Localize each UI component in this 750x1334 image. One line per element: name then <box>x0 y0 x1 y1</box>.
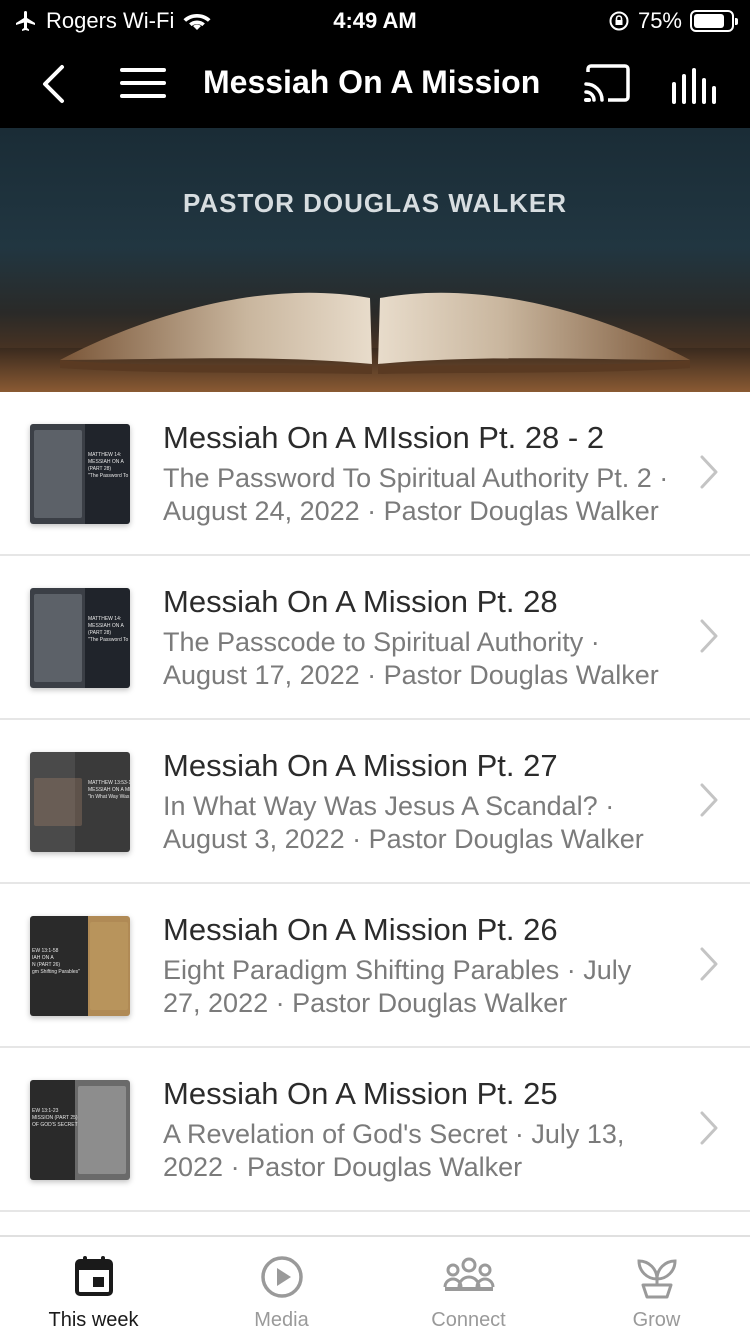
thumbnail-text-line: "The Password To Sp <box>88 637 130 643</box>
thumbnail-text-line: "The Password To Sp <box>88 473 130 479</box>
back-chevron-icon[interactable] <box>40 64 66 104</box>
nav-bar: Messiah On A Mission <box>0 42 750 128</box>
tab-media[interactable]: Media <box>188 1237 375 1334</box>
message-thumbnail: EW 13:1-58 IAH ON AN (PART 26) gm Shifting… <box>30 916 130 1016</box>
message-row[interactable]: MATTHEW 14: MESSIAH ON A (PART 28) "The Pas… <box>0 556 750 720</box>
status-bar: Rogers Wi-Fi 4:49 AM 75% <box>0 0 750 42</box>
thumbnail-text-line: MISSION (PART 25) <box>32 1115 78 1121</box>
hamburger-menu-icon[interactable] <box>120 66 166 100</box>
thumbnail-caption: EW 13:1-58 IAH ON AN (PART 26) gm Shifting… <box>32 948 80 976</box>
status-right: 75% <box>608 8 738 34</box>
battery-icon <box>690 10 738 32</box>
rotation-lock-icon <box>609 11 629 31</box>
thumbnail-caption: EW 13:1-23 MISSION (PART 25) OF GOD'S SECR… <box>32 1108 78 1129</box>
cast-icon[interactable] <box>584 64 630 104</box>
message-title: Messiah On A Mission Pt. 27 <box>163 748 558 783</box>
thumbnail-graphic <box>34 778 82 826</box>
play-circle-icon <box>260 1256 303 1298</box>
message-subtitle: A Revelation of God's Secret · July 13, … <box>163 1119 625 1182</box>
thumbnail-text-line: (PART 28) <box>88 630 112 636</box>
message-thumbnail: MATTHEW 14: MESSIAH ON A (PART 28) "The Pas… <box>30 588 130 688</box>
message-thumbnail: EW 13:1-23 MISSION (PART 25) OF GOD'S SECR… <box>30 1080 130 1180</box>
thumbnail-graphic <box>34 594 82 682</box>
calendar-icon <box>74 1256 113 1296</box>
message-row[interactable]: EW 13:1-58 IAH ON AN (PART 26) gm Shifting… <box>0 884 750 1048</box>
people-icon <box>443 1257 494 1291</box>
message-row[interactable]: MATTHEW 13:53-14:MESSIAH ON A MISS"In Wh… <box>0 720 750 884</box>
thumbnail-graphic <box>34 430 82 518</box>
thumbnail-text-line: MESSIAH ON A <box>88 623 124 629</box>
thumbnail-text-line: N (PART 26) <box>32 962 61 968</box>
tab-label: Connect <box>431 1309 506 1331</box>
chevron-right-icon <box>700 455 718 489</box>
battery-percent: 75% <box>637 8 682 33</box>
tab-bar: This week Media Connect Grow <box>0 1235 750 1334</box>
message-subtitle: Eight Paradigm Shifting Parables · July … <box>163 955 632 1018</box>
message-row[interactable]: EW 13:1-23 MISSION (PART 25) OF GOD'S SECR… <box>0 1048 750 1212</box>
thumbnail-caption: MATTHEW 13:53-14:MESSIAH ON A MISS"In Wh… <box>88 780 130 801</box>
sprout-icon <box>636 1259 677 1299</box>
tab-label: This week <box>48 1309 139 1331</box>
thumbnail-text-line: OF GOD'S SECRET <box>32 1122 78 1128</box>
thumbnail-text-line: EW 13:1-23 <box>32 1108 59 1114</box>
thumbnail-text-line: MATTHEW 13:53-14: <box>88 780 130 786</box>
tab-this-week[interactable]: This week <box>0 1237 187 1334</box>
message-title: Messiah On A Mission Pt. 25 <box>163 1076 558 1111</box>
message-thumbnail: MATTHEW 13:53-14:MESSIAH ON A MISS"In Wh… <box>30 752 130 852</box>
series-banner: PASTOR DOUGLAS WALKER <box>0 128 750 392</box>
message-subtitle: The Passcode to Spiritual Authority · Au… <box>163 627 659 690</box>
message-list: MATTHEW 14: MESSIAH ON A (PART 28) "The Pas… <box>0 392 750 1212</box>
tab-grow[interactable]: Grow <box>563 1237 750 1334</box>
open-bible-image <box>0 292 750 392</box>
chevron-right-icon <box>700 1111 718 1145</box>
message-subtitle: In What Way Was Jesus A Scandal? · Augus… <box>163 791 644 854</box>
message-subtitle: The Password To Spiritual Authority Pt. … <box>163 463 669 526</box>
chevron-right-icon <box>700 619 718 653</box>
thumbnail-text-line: MATTHEW 14: <box>88 616 122 622</box>
thumbnail-text-line: gm Shifting Parables" <box>32 969 80 975</box>
thumbnail-graphic <box>78 1086 126 1174</box>
message-title: Messiah On A Mission Pt. 26 <box>163 912 558 947</box>
tab-connect[interactable]: Connect <box>375 1237 562 1334</box>
thumbnail-text-line: "In What Way Was Je <box>88 794 130 800</box>
thumbnail-text-line: MATTHEW 14: <box>88 452 122 458</box>
thumbnail-caption: MATTHEW 14: MESSIAH ON A (PART 28) "The Pas… <box>88 452 130 480</box>
thumbnail-text-line: MESSIAH ON A <box>88 459 124 465</box>
message-title: Messiah On A MIssion Pt. 28 - 2 <box>163 420 605 455</box>
message-thumbnail: MATTHEW 14: MESSIAH ON A (PART 28) "The Pas… <box>30 424 130 524</box>
thumbnail-text-line: MESSIAH ON A MISS <box>88 787 130 793</box>
thumbnail-text-line: (PART 28) <box>88 466 112 472</box>
message-row[interactable]: MATTHEW 14: MESSIAH ON A (PART 28) "The Pas… <box>0 392 750 556</box>
thumbnail-graphic <box>90 922 128 1010</box>
message-title: Messiah On A Mission Pt. 28 <box>163 584 558 619</box>
chevron-right-icon <box>700 947 718 981</box>
thumbnail-caption: MATTHEW 14: MESSIAH ON A (PART 28) "The Pas… <box>88 616 130 644</box>
thumbnail-text-line: IAH ON A <box>32 955 54 961</box>
tab-label: Grow <box>632 1309 681 1331</box>
tab-label: Media <box>254 1309 309 1331</box>
thumbnail-text-line: EW 13:1-58 <box>32 948 59 954</box>
chevron-right-icon <box>700 783 718 817</box>
page-title: Messiah On A Mission <box>203 64 541 100</box>
audio-levels-icon[interactable] <box>670 68 718 104</box>
